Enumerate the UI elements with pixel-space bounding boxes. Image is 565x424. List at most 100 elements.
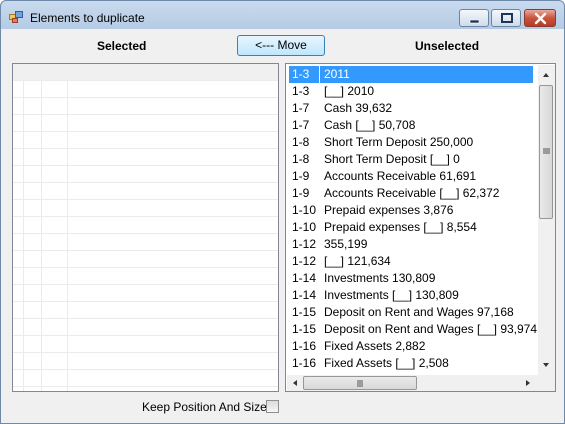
grid-row: [13, 98, 278, 115]
grid-row: [13, 115, 278, 132]
grid-row: [13, 336, 278, 353]
dialog-body: Selected <--- Move Unselected 1-3 2011 1-…: [6, 31, 559, 418]
list-item-code: 1-14: [292, 271, 317, 285]
list-item-code: 1-14: [292, 288, 317, 302]
list-item-label: Deposit on Rent and Wages [__] 93,974: [324, 322, 538, 336]
grid-row: [13, 302, 278, 319]
list-item-label: Accounts Receivable [__] 62,372: [324, 186, 500, 200]
keep-position-label: Keep Position And Size: [142, 400, 267, 414]
dialog-window: Elements to duplicate Selected <--- Move…: [0, 0, 565, 424]
list-item[interactable]: 1-7 Cash [__] 50,708: [289, 117, 533, 134]
horizontal-scroll-thumb[interactable]: [303, 376, 417, 390]
scroll-corner: [538, 375, 555, 391]
list-item-label: Deposit on Rent and Wages 97,168: [324, 305, 514, 319]
minimize-button[interactable]: [459, 9, 489, 27]
grid-row: [13, 183, 278, 200]
list-item[interactable]: 1-7 Cash 39,632: [289, 100, 533, 117]
grid-row: [13, 285, 278, 302]
list-item[interactable]: 1-8 Short Term Deposit [__] 0: [289, 151, 533, 168]
grid-row: [13, 319, 278, 336]
grid-row: [13, 251, 278, 268]
close-icon: [534, 12, 547, 25]
window-title: Elements to duplicate: [30, 11, 145, 25]
horizontal-scrollbar[interactable]: [287, 375, 538, 391]
grip-icon: [357, 380, 363, 387]
maximize-button[interactable]: [491, 9, 521, 27]
selection-divider: [319, 66, 320, 83]
list-item-code: 1-10: [292, 220, 317, 234]
list-item-label: 355,199: [324, 237, 368, 251]
grid-row: [13, 200, 278, 217]
list-item[interactable]: 1-12 355,199: [289, 236, 533, 253]
unselected-list[interactable]: 1-3 2011 1-3 [__] 2010 1-7 Cash 39,632 1-7 Ca…: [285, 63, 556, 392]
list-item-label: Cash [__] 50,708: [324, 118, 416, 132]
list-item[interactable]: 1-10 Prepaid expenses 3,876: [289, 202, 533, 219]
list-item-code: 1-9: [292, 186, 310, 200]
list-item[interactable]: 1-3 2011: [289, 66, 533, 83]
list-item-label: [__] 121,634: [324, 254, 391, 268]
list-item[interactable]: 1-15 Deposit on Rent and Wages [__] 93,97…: [289, 321, 537, 338]
list-item-code: 1-9: [292, 169, 310, 183]
list-item-code: 1-3: [292, 67, 310, 81]
list-item[interactable]: 1-14 Investments 130,809: [289, 270, 533, 287]
move-button[interactable]: <--- Move: [237, 35, 325, 56]
list-item-label: Prepaid expenses [__] 8,554: [324, 220, 477, 234]
list-item[interactable]: 1-10 Prepaid expenses [__] 8,554: [289, 219, 533, 236]
list-item-code: 1-3: [292, 84, 310, 98]
list-item[interactable]: 1-14 Investments [__] 130,809: [289, 287, 533, 304]
grid-row: [13, 64, 278, 81]
list-item-code: 1-12: [292, 237, 317, 251]
close-button[interactable]: [524, 9, 556, 27]
grid-row: [13, 217, 278, 234]
list-item-label: Investments 130,809: [324, 271, 436, 285]
grid-row: [13, 81, 278, 98]
list-item-label: Fixed Assets 2,882: [324, 339, 426, 353]
scroll-right-arrow-icon[interactable]: [520, 375, 536, 391]
list-item-code: 1-8: [292, 152, 310, 166]
scroll-left-arrow-icon[interactable]: [287, 375, 303, 391]
list-item[interactable]: 1-8 Short Term Deposit 250,000: [289, 134, 533, 151]
grid-row: [13, 268, 278, 285]
list-item[interactable]: 1-16 Fixed Assets [__] 2,508: [289, 355, 533, 372]
vertical-scroll-thumb[interactable]: [539, 85, 553, 219]
list-item[interactable]: 1-15 Deposit on Rent and Wages 97,168: [289, 304, 533, 321]
list-item-code: 1-7: [292, 101, 310, 115]
grid-row: [13, 234, 278, 251]
grid-row: [13, 132, 278, 149]
list-item[interactable]: 1-9 Accounts Receivable 61,691: [289, 168, 533, 185]
minimize-icon: [469, 19, 480, 24]
list-item[interactable]: 1-16 Fixed Assets 2,882: [289, 338, 533, 355]
selected-list[interactable]: [12, 63, 279, 392]
vertical-scrollbar[interactable]: [538, 65, 555, 375]
list-item-code: 1-12: [292, 254, 317, 268]
scroll-up-arrow-icon[interactable]: [538, 67, 554, 83]
grid-row: [13, 353, 278, 370]
unselected-header: Unselected: [415, 39, 480, 53]
list-item-label: Cash 39,632: [324, 101, 393, 115]
grid-row: [13, 149, 278, 166]
list-item-label: 2011: [324, 67, 350, 81]
grid-row: [13, 370, 278, 387]
list-item[interactable]: 1-3 [__] 2010: [289, 83, 533, 100]
list-item-label: Prepaid expenses 3,876: [324, 203, 454, 217]
list-item-code: 1-7: [292, 118, 310, 132]
app-window-icon: [9, 11, 23, 23]
scroll-down-arrow-icon[interactable]: [538, 357, 554, 373]
list-item-code: 1-15: [292, 305, 317, 319]
list-item-label: Short Term Deposit [__] 0: [324, 152, 460, 166]
title-bar[interactable]: Elements to duplicate: [1, 1, 564, 31]
list-item-label: [__] 2010: [324, 84, 375, 98]
list-item[interactable]: 1-12 [__] 121,634: [289, 253, 533, 270]
grid-row: [13, 166, 278, 183]
list-item-code: 1-15: [292, 322, 317, 336]
list-item-label: Accounts Receivable 61,691: [324, 169, 477, 183]
selected-header: Selected: [97, 39, 147, 53]
list-item[interactable]: 1-9 Accounts Receivable [__] 62,372: [289, 185, 533, 202]
grip-icon: [543, 148, 550, 154]
list-item-label: Fixed Assets [__] 2,508: [324, 356, 449, 370]
keep-position-checkbox[interactable]: [266, 400, 279, 413]
list-item-code: 1-16: [292, 356, 317, 370]
list-item-code: 1-10: [292, 203, 317, 217]
list-item-code: 1-8: [292, 135, 310, 149]
maximize-icon: [501, 13, 513, 23]
